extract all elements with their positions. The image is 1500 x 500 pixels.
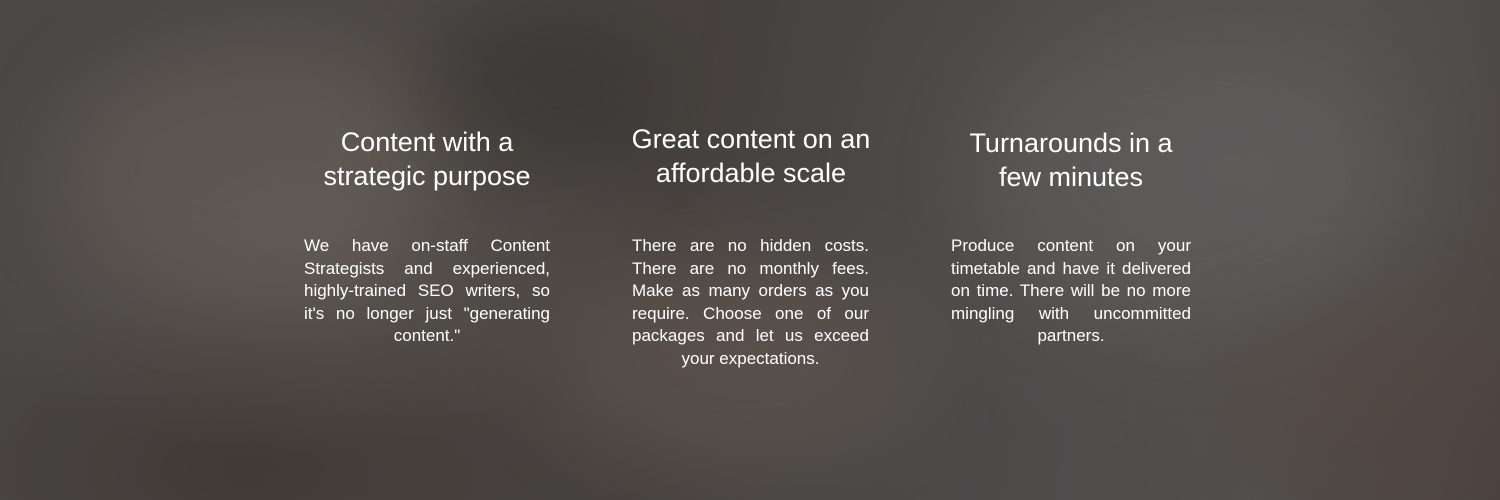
feature-description: Produce content on your timetable and ha… [951,236,1191,345]
feature-title: Great content on an affordable scale [631,124,871,188]
feature-description: There are no hidden costs. There are no … [632,236,869,368]
feature-description: We have on-staff Content Strategists and… [304,236,550,345]
feature-title: Turnarounds in a few minutes [969,128,1173,192]
feature-title: Content with a strategic purpose [323,127,531,191]
feature-column-strategic: Content with a strategic purpose We have… [304,120,550,345]
feature-column-affordable: Great content on an affordable scale The… [620,120,882,368]
feature-column-turnaround: Turnarounds in a few minutes Produce con… [951,120,1191,345]
